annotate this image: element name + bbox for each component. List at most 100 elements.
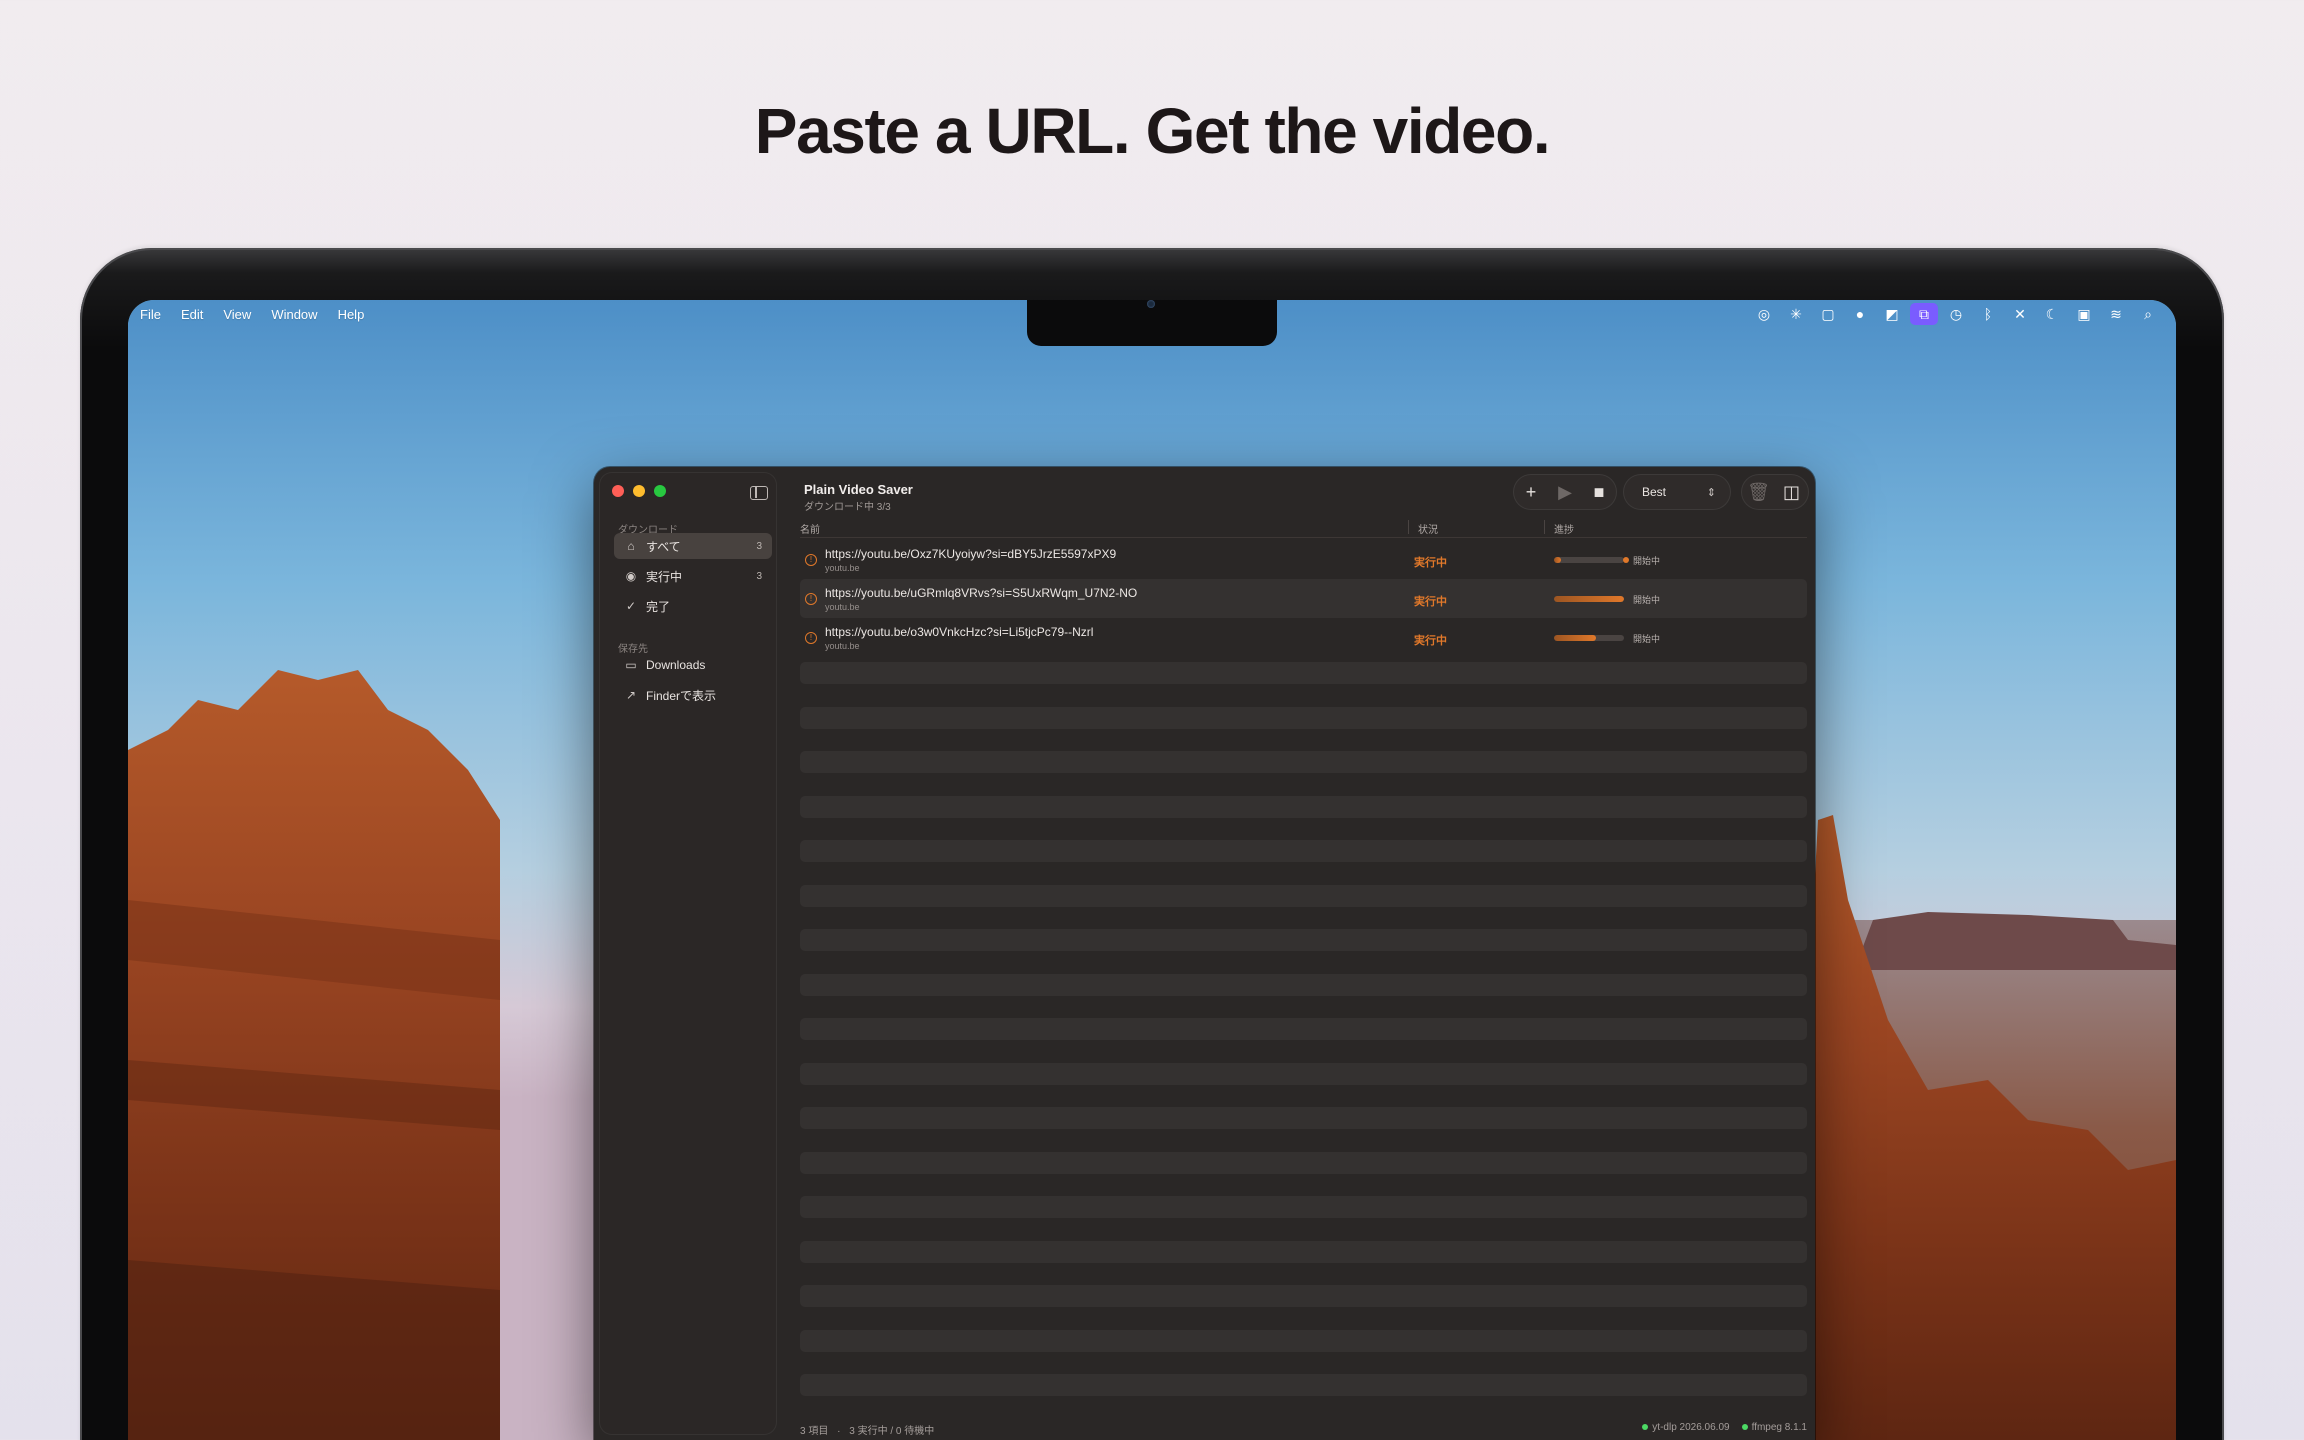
progress-bar: [1554, 596, 1624, 602]
empty-table-row: [800, 751, 1807, 773]
column-divider: [1408, 520, 1409, 534]
camera-notch: [1027, 300, 1277, 346]
table-row[interactable]: ! https://youtu.be/Oxz7KUyoiyw?si=dBY5Jr…: [800, 540, 1807, 579]
search-icon[interactable]: ⌕: [2132, 303, 2164, 325]
trash-icon[interactable]: 🗑: [1744, 482, 1774, 503]
inspector-toggle-icon[interactable]: ◫: [1777, 482, 1807, 503]
download-host: youtu.be: [825, 641, 860, 651]
toolbar-secondary: 🗑 ◫: [1742, 475, 1808, 509]
column-status[interactable]: 状況: [1418, 521, 1438, 536]
status-dot: [1741, 1424, 1748, 1431]
time-machine-icon[interactable]: ◷: [1940, 303, 1972, 325]
close-window-button[interactable]: [612, 485, 624, 497]
menu-help[interactable]: Help: [338, 305, 365, 324]
ytdlp-version: yt-dlp 2026.06.09: [1642, 1422, 1730, 1433]
sidebar-item-running[interactable]: ◉ 実行中 3: [614, 563, 772, 589]
checkmark-circle-icon: ✓: [625, 599, 637, 613]
download-url: https://youtu.be/Oxz7KUyoiyw?si=dBY5JrzE…: [825, 547, 1117, 561]
folder-icon: ▭: [625, 658, 637, 672]
column-divider: [1544, 520, 1545, 534]
progress-label: 開始中: [1633, 595, 1661, 605]
empty-table-row: [800, 1062, 1807, 1085]
sidebar-item-label: すべて: [646, 539, 681, 554]
camera-icon: [1147, 300, 1155, 308]
app-window: ダウンロード ⌂ すべて 3 ◉ 実行中 3 ✓ 完了 保存先 ▭ Downlo…: [594, 467, 1815, 1440]
empty-table-row: [800, 884, 1807, 907]
add-download-button[interactable]: +: [1516, 482, 1546, 503]
minimize-window-button[interactable]: [633, 485, 645, 497]
empty-table-row: [800, 1329, 1807, 1352]
menu-file[interactable]: File: [140, 305, 161, 324]
sparkle-icon[interactable]: ✳: [1780, 303, 1812, 325]
sidebar-item-count: 3: [756, 540, 762, 552]
status-bar: 3 項目 · 3 実行中 / 0 待機中 yt-dlp 2026.06.09 f…: [800, 1420, 1807, 1437]
empty-table-row: [800, 662, 1807, 684]
avatar-circle-icon[interactable]: ●: [1844, 303, 1876, 325]
empty-table-row: [800, 706, 1807, 729]
empty-table-row: [800, 973, 1807, 996]
page-headline: Paste a URL. Get the video.: [754, 95, 1551, 167]
ffmpeg-version: ffmpeg 8.1.1: [1741, 1422, 1807, 1433]
input-source-icon[interactable]: ▣: [2068, 303, 2100, 325]
target-icon[interactable]: ◎: [1748, 303, 1780, 325]
download-status: 実行中: [1414, 557, 1447, 569]
app-icon[interactable]: ▢: [1812, 303, 1844, 325]
sidebar-item-count: 3: [756, 570, 762, 582]
laptop-screen: File Edit View Window Help ◎ ✳ ▢ ● ◩ ⧉ ◷…: [128, 300, 2176, 1440]
sidebar-item-downloads-folder[interactable]: ▭ Downloads: [614, 652, 772, 678]
table-row[interactable]: ! https://youtu.be/uGRmlq8VRvs?si=S5UxRW…: [800, 579, 1807, 618]
progress-label: 開始中: [1633, 556, 1661, 566]
download-host: youtu.be: [825, 602, 860, 612]
quality-value: Best: [1642, 485, 1667, 499]
running-icon: ◉: [625, 569, 637, 583]
sidebar-item-label: Downloads: [646, 658, 706, 672]
table-row[interactable]: ! https://youtu.be/o3w0VnkcHzc?si=Li5tjc…: [800, 618, 1807, 657]
window-switch-icon[interactable]: ⧉: [1910, 303, 1938, 325]
empty-rows: [800, 662, 1807, 1396]
sidebar-item-all[interactable]: ⌂ すべて 3: [614, 533, 772, 559]
menu-edit[interactable]: Edit: [181, 305, 203, 324]
menu-view[interactable]: View: [223, 305, 251, 324]
empty-table-row: [800, 1240, 1807, 1263]
sidebar-toggle-icon[interactable]: [750, 486, 768, 500]
ytdlp-version-label: yt-dlp 2026.06.09: [1652, 1422, 1730, 1433]
progress-fill: [1554, 596, 1624, 602]
moon-icon[interactable]: ☾: [2036, 303, 2068, 325]
sidebar-item-completed[interactable]: ✓ 完了: [614, 593, 772, 619]
stop-button[interactable]: ■: [1584, 482, 1614, 503]
download-host: youtu.be: [825, 563, 860, 573]
bluetooth-icon[interactable]: ᛒ: [1972, 303, 2004, 325]
separator-dot: ·: [837, 1426, 841, 1437]
menu-bar-status-icons: ◎ ✳ ▢ ● ◩ ⧉ ◷ ᛒ ✕ ☾ ▣ ≋ ⌕: [1748, 300, 2164, 328]
progress-fill: [1554, 635, 1596, 641]
progress-fill: [1554, 557, 1561, 563]
quality-select[interactable]: Best ⇕: [1624, 475, 1730, 509]
downloads-table: ! https://youtu.be/Oxz7KUyoiyw?si=dBY5Jr…: [800, 540, 1807, 1419]
app-title: Plain Video Saver: [804, 482, 913, 497]
zoom-window-button[interactable]: [654, 485, 666, 497]
progress-indicator: [1623, 557, 1629, 563]
traffic-lights: [612, 485, 666, 497]
main-pane: Plain Video Saver ダウンロード中 3/3 + ▶ ■ Best…: [790, 467, 1815, 1440]
items-count: 3 項目: [800, 1426, 829, 1437]
empty-table-row: [800, 795, 1807, 818]
download-url: https://youtu.be/uGRmlq8VRvs?si=S5UxRWqm…: [825, 586, 1138, 600]
screenshot-icon[interactable]: ◩: [1876, 303, 1908, 325]
app-subtitle: ダウンロード中 3/3: [804, 502, 891, 513]
play-button[interactable]: ▶: [1550, 482, 1580, 503]
download-url: https://youtu.be/o3w0VnkcHzc?si=Li5tjcPc…: [825, 625, 1094, 639]
progress-bar: [1554, 635, 1624, 641]
sidebar: ダウンロード ⌂ すべて 3 ◉ 実行中 3 ✓ 完了 保存先 ▭ Downlo…: [600, 473, 776, 1434]
wifi-icon[interactable]: ≋: [2100, 303, 2132, 325]
column-progress[interactable]: 進捗: [1554, 521, 1574, 536]
table-header: 名前 状況 進捗: [800, 517, 1807, 537]
toolbar-controls: + ▶ ■: [1514, 475, 1616, 509]
header-divider: [800, 537, 1807, 538]
mute-icon[interactable]: ✕: [2004, 303, 2036, 325]
menu-window[interactable]: Window: [271, 305, 317, 324]
sidebar-item-show-in-finder[interactable]: ↗ Finderで表示: [614, 682, 772, 708]
empty-table-row: [800, 929, 1807, 951]
column-name[interactable]: 名前: [800, 521, 820, 536]
empty-table-row: [800, 1374, 1807, 1396]
ffmpeg-version-label: ffmpeg 8.1.1: [1751, 1422, 1807, 1433]
